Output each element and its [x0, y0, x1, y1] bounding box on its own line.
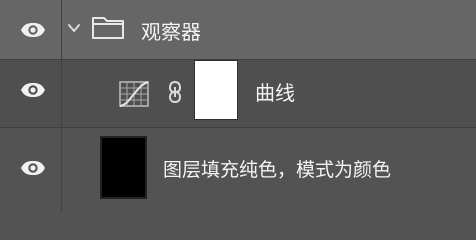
- layer-row-group[interactable]: 观察器: [0, 0, 476, 60]
- chevron-down-icon[interactable]: [66, 20, 82, 36]
- visibility-column[interactable]: [0, 0, 62, 60]
- mask-thumbnail[interactable]: [194, 60, 238, 120]
- layer-name-curves[interactable]: 曲线: [255, 83, 295, 103]
- layer-row-curves[interactable]: 曲线: [0, 60, 476, 128]
- folder-icon: [92, 17, 124, 39]
- group-name[interactable]: 观察器: [141, 22, 201, 42]
- eye-icon[interactable]: [20, 82, 46, 98]
- link-icon[interactable]: [166, 78, 184, 106]
- fill-thumbnail[interactable]: [100, 136, 147, 199]
- eye-icon[interactable]: [20, 160, 46, 176]
- visibility-column[interactable]: [0, 128, 62, 212]
- layer-row-fill[interactable]: 图层填充纯色，模式为颜色: [0, 128, 476, 212]
- layers-panel: 观察器 曲线 图层填充纯色，模式为颜色: [0, 0, 476, 212]
- curves-adjustment-icon: [119, 81, 149, 107]
- eye-icon[interactable]: [20, 22, 46, 38]
- layer-name-fill[interactable]: 图层填充纯色，模式为颜色: [163, 161, 391, 180]
- visibility-column[interactable]: [0, 60, 62, 128]
